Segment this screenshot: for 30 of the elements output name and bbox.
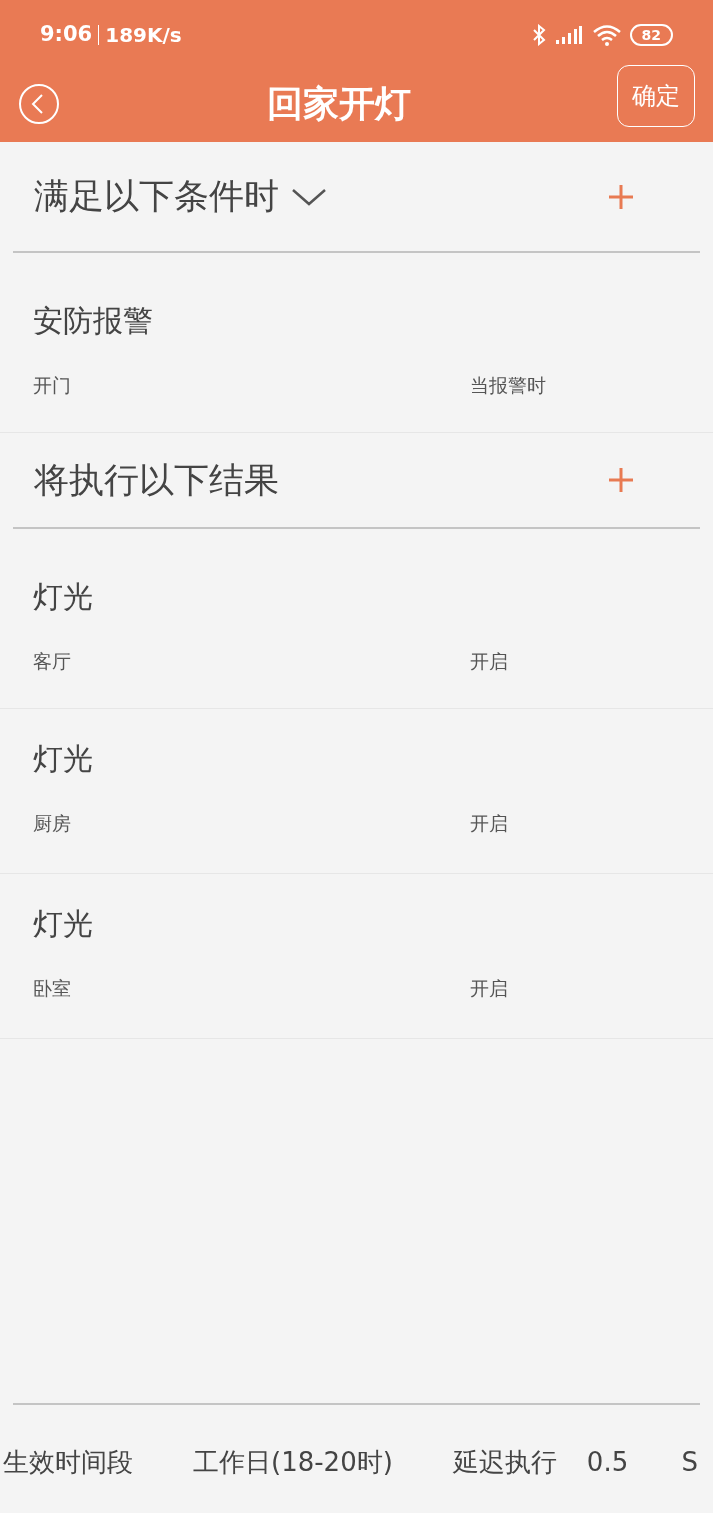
chevron-down-icon[interactable] (291, 186, 327, 207)
device-name: 客厅 (33, 649, 72, 674)
add-icon[interactable] (608, 467, 634, 493)
action-label: 开启 (470, 976, 508, 1001)
delay-value[interactable]: 0.5 (586, 1443, 629, 1482)
delay-label: 延迟执行 (452, 1446, 557, 1479)
bluetooth-icon (531, 24, 546, 46)
status-time: 9:06 (40, 21, 93, 49)
action-label: 当报警时 (470, 373, 546, 398)
item-title: 灯光 (33, 905, 94, 943)
back-icon[interactable] (18, 83, 60, 125)
signal-icon (555, 26, 582, 44)
section-title: 将执行以下结果 (34, 458, 279, 502)
device-name: 卧室 (33, 976, 72, 1001)
page-title: 回家开灯 (265, 82, 412, 126)
network-speed: 189K/s (105, 22, 182, 49)
battery-indicator: 82 (629, 24, 673, 46)
action-label: 开启 (470, 811, 508, 836)
add-icon[interactable] (608, 183, 634, 210)
section-title: 满足以下条件时 (34, 175, 279, 219)
action-label: 开启 (470, 649, 508, 674)
item-title: 灯光 (33, 578, 94, 616)
device-name: 厨房 (33, 811, 72, 836)
device-name: 开门 (33, 373, 72, 398)
item-title: 安防报警 (33, 302, 154, 340)
delay-unit: S (681, 1446, 698, 1479)
wifi-icon (591, 24, 622, 46)
item-title: 灯光 (33, 740, 94, 778)
period-value[interactable]: 工作日(18-20时) (193, 1443, 393, 1482)
period-label: 生效时间段 (3, 1446, 133, 1479)
